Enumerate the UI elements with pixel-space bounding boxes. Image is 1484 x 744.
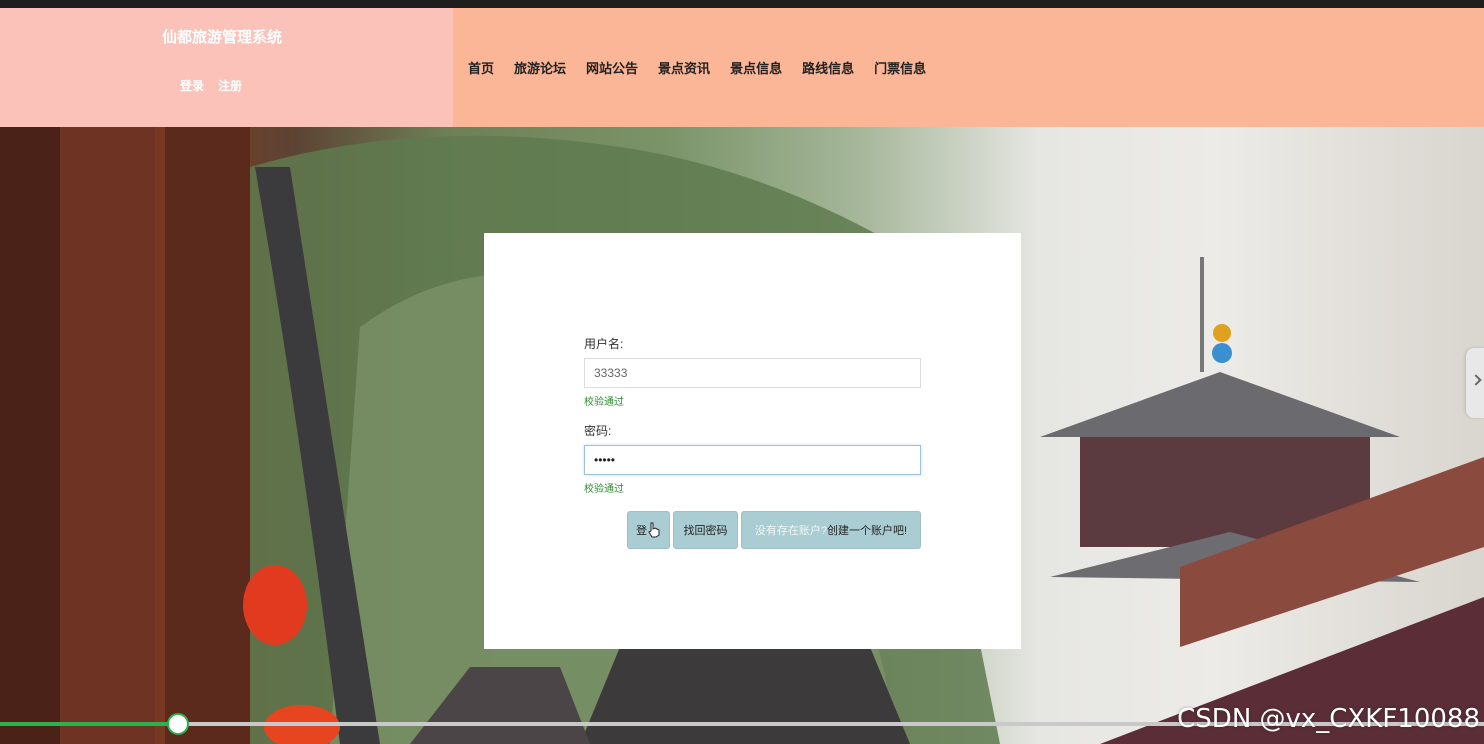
find-password-button[interactable]: 找回密码	[673, 511, 738, 549]
chevron-right-icon	[1470, 374, 1482, 386]
nav-item-attractions[interactable]: 景点信息	[730, 58, 782, 77]
main-nav: 首页 旅游论坛 网站公告 景点资讯 景点信息 路线信息 门票信息	[453, 8, 1484, 127]
nav-item-attraction-news[interactable]: 景点资讯	[658, 58, 710, 77]
login-card: 用户名: 33333 校验通过 密码: ••••• 校验通过 登 找回密码 没有…	[484, 233, 1021, 649]
window-top-bar	[0, 0, 1484, 8]
username-valid-message: 校验通过	[584, 397, 624, 408]
nav-item-tickets[interactable]: 门票信息	[874, 58, 926, 77]
register-link[interactable]: 注册	[218, 77, 242, 94]
site-title: 仙都旅游管理系统	[162, 29, 283, 46]
brand-panel: 仙都旅游管理系统 登录 注册	[0, 8, 453, 127]
video-progress-fill	[0, 722, 179, 726]
nav-item-announcements[interactable]: 网站公告	[586, 58, 638, 77]
username-label: 用户名:	[584, 337, 624, 351]
auth-links: 登录 注册	[180, 77, 242, 94]
nav-item-routes[interactable]: 路线信息	[802, 58, 854, 77]
create-account-button[interactable]: 没有存在账户? 创建一个账户吧!	[741, 511, 921, 549]
nav-item-home[interactable]: 首页	[468, 58, 494, 77]
password-valid-message: 校验通过	[584, 484, 624, 495]
create-account-muted-text: 没有存在账户?	[754, 525, 828, 537]
watermark-text: CSDN @vx_CXKF10088	[1177, 704, 1480, 734]
video-progress-handle[interactable]	[167, 713, 190, 735]
username-input[interactable]: 33333	[584, 358, 921, 388]
nav-item-forum[interactable]: 旅游论坛	[514, 58, 566, 77]
site-header: 仙都旅游管理系统 登录 注册 首页 旅游论坛 网站公告 景点资讯 景点信息 路线…	[0, 8, 1484, 127]
login-link[interactable]: 登录	[180, 77, 204, 94]
login-button[interactable]: 登	[627, 511, 670, 549]
password-input[interactable]: •••••	[584, 445, 921, 475]
login-button-label: 登	[636, 525, 647, 537]
create-account-text: 创建一个账户吧!	[827, 525, 908, 537]
hand-pointer-icon	[648, 522, 660, 538]
password-label: 密码:	[584, 424, 612, 438]
carousel-next-button[interactable]	[1466, 348, 1484, 418]
